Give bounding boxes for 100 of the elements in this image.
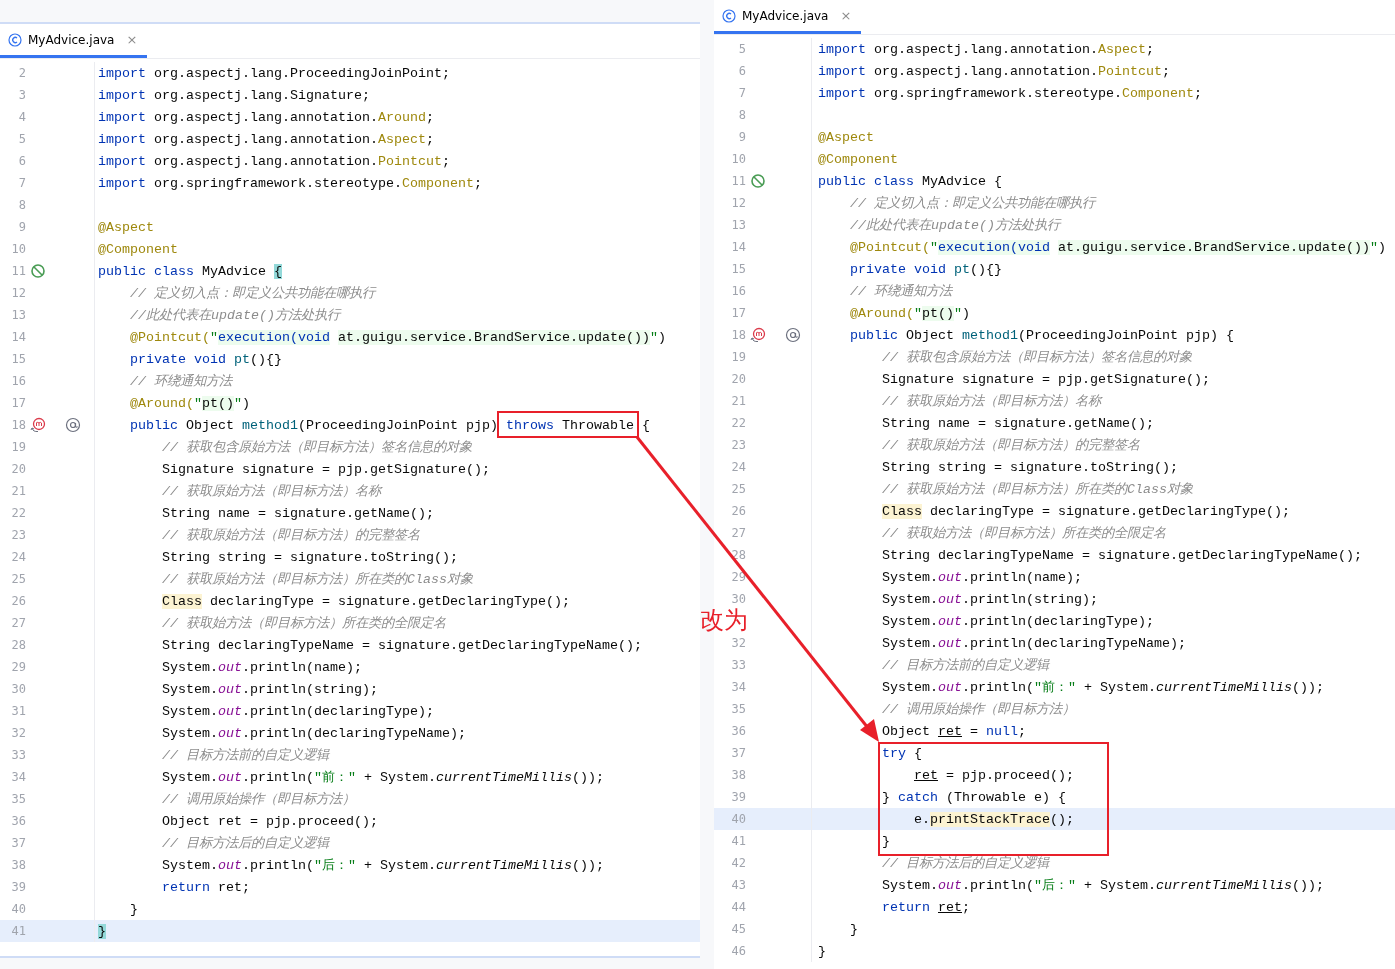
no-entry-icon[interactable] <box>30 263 46 279</box>
line-number: 41 <box>10 924 26 938</box>
code-comment: // 环绕通知方法 <box>130 374 232 389</box>
code-text: declaringType = signature.getDeclaringType(); <box>930 503 1290 519</box>
code-text: @Around( <box>850 305 914 321</box>
code-text: System. <box>162 659 218 675</box>
code-text: try <box>882 745 906 761</box>
code-text: ; <box>1193 85 1202 101</box>
code-text: ) <box>962 305 970 321</box>
editor-tab[interactable]: MyAdvice.java × <box>0 24 148 58</box>
code-text: @Pointcut( <box>130 329 210 345</box>
code-text: System. <box>162 858 218 873</box>
code-text: + System. <box>364 858 436 873</box>
at-sign-icon[interactable] <box>65 417 81 433</box>
line-number: 20 <box>730 372 746 386</box>
code-text: method1 <box>242 417 298 433</box>
code-text: .println(declaringType); <box>962 613 1154 629</box>
code-text: org.aspectj.lang.annotation. <box>154 153 378 169</box>
line-number: 8 <box>737 108 746 122</box>
code-text: " <box>954 305 962 321</box>
code-text: currentTimeMillis <box>1155 680 1292 695</box>
code-text: } <box>130 901 138 917</box>
line-number: 27 <box>730 526 746 540</box>
at-sign-icon[interactable] <box>785 327 801 343</box>
code-text: ; <box>441 153 450 169</box>
code-text: out <box>938 569 962 585</box>
code-text: Object <box>186 417 235 433</box>
line-number: 43 <box>730 878 746 892</box>
line-number: 14 <box>730 240 746 254</box>
line-number: 20 <box>10 462 26 476</box>
code-text: Object <box>906 327 955 343</box>
line-number: 3 <box>17 88 26 102</box>
line-number: 10 <box>730 152 746 166</box>
line-number: 32 <box>730 636 746 650</box>
line-number: 41 <box>730 834 746 848</box>
line-number: 34 <box>730 680 746 694</box>
line-number: 17 <box>10 396 26 410</box>
code-text: { <box>914 745 922 761</box>
code-text: .println( <box>242 858 314 873</box>
line-number: 30 <box>10 682 26 696</box>
line-number: 44 <box>730 900 746 914</box>
code-text: pt <box>234 351 250 367</box>
code-text: out <box>938 591 962 607</box>
code-text: "前：" <box>314 770 356 785</box>
code-comment: // 目标方法前的自定义逻辑 <box>162 748 329 763</box>
code-text: @Component <box>818 151 898 167</box>
line-number: 40 <box>730 812 746 826</box>
line-number: 36 <box>10 814 26 828</box>
code-text: "后：" <box>314 858 356 873</box>
code-text: ; <box>1145 41 1154 57</box>
code-text: @Pointcut( <box>850 239 930 255</box>
code-text: System. <box>882 569 938 585</box>
code-text: } <box>882 789 891 805</box>
editor-tab[interactable]: MyAdvice.java × <box>714 0 862 34</box>
line-number: 6 <box>17 154 26 168</box>
line-number: 18 <box>730 328 746 342</box>
code-text: currentTimeMillis <box>1155 878 1292 893</box>
code-comment: // 获取原始方法（即目标方法）名称 <box>882 394 1101 409</box>
line-number: 42 <box>730 856 746 870</box>
code-text: ()); <box>571 858 604 873</box>
code-text: (ProceedingJoinPoint pjp) <box>298 417 499 433</box>
line-number: 16 <box>730 284 746 298</box>
line-number: 38 <box>10 858 26 872</box>
code-text: org.aspectj.lang.annotation. <box>154 131 378 147</box>
code-comment: // 环绕通知方法 <box>850 284 952 299</box>
code-text: out <box>218 703 242 719</box>
recursion-icon[interactable] <box>750 327 766 343</box>
code-text: ) <box>657 329 666 345</box>
line-number: 37 <box>730 746 746 760</box>
code-comment: // 目标方法后的自定义逻辑 <box>162 836 329 851</box>
code-text: ()); <box>571 770 604 785</box>
line-number: 19 <box>10 440 26 454</box>
code-comment: //此处代表在update()方法处执行 <box>130 308 340 323</box>
line-number: 13 <box>10 308 26 322</box>
code-text: Class <box>882 503 922 519</box>
code-text: e. <box>914 811 930 827</box>
code-text: .println(declaringTypeName); <box>962 635 1186 651</box>
close-button[interactable]: × <box>840 8 852 23</box>
code-text: System. <box>882 591 938 607</box>
line-number: 22 <box>730 416 746 430</box>
line-number: 14 <box>10 330 26 344</box>
code-text: org.springframework.stereotype. <box>154 175 402 191</box>
no-entry-icon[interactable] <box>750 173 766 189</box>
code-text: import <box>98 87 146 103</box>
code-text: out <box>218 725 242 741</box>
line-number: 35 <box>10 792 26 806</box>
code-text: String name = signature.getName(); <box>162 505 434 521</box>
code-text: import <box>98 65 146 81</box>
code-text: @Aspect <box>98 219 154 235</box>
code-text: Component <box>401 175 474 191</box>
line-number: 39 <box>730 790 746 804</box>
annotation-label: 改为 <box>700 605 748 636</box>
close-button[interactable]: × <box>126 32 138 47</box>
code-text: } <box>882 833 890 849</box>
code-text: " <box>1369 239 1378 255</box>
code-text: import <box>98 175 146 191</box>
code-text: MyAdvice { <box>922 173 1002 189</box>
recursion-icon[interactable] <box>30 417 46 433</box>
code-text: String declaringTypeName = signature.getDeclaringTypeName(); <box>162 637 642 653</box>
line-number: 5 <box>737 42 746 56</box>
